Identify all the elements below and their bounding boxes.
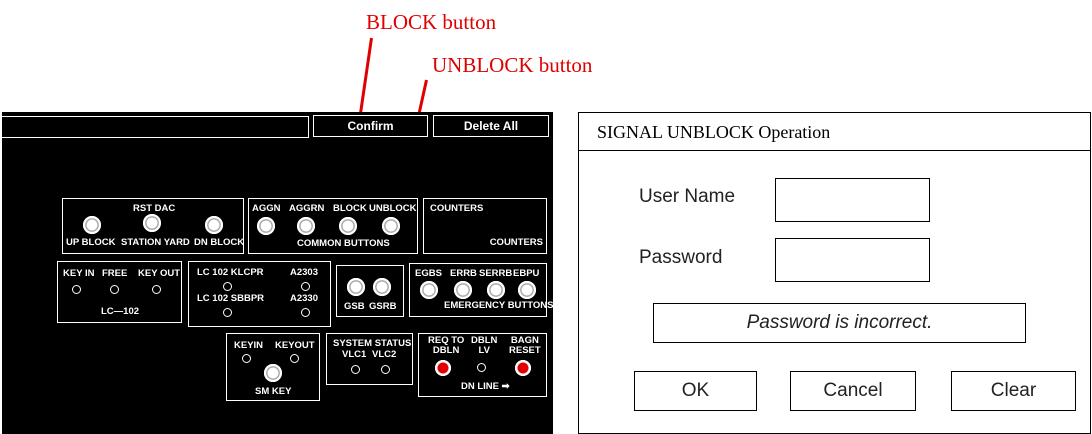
dialog-title: SIGNAL UNBLOCK Operation xyxy=(579,113,1090,151)
common-buttons-group: AGGN AGGRN BLOCK UNBLOCK COMMON BUTTONS xyxy=(248,198,418,254)
dn-block-label: DN BLOCK xyxy=(194,237,245,248)
station-yard-button[interactable] xyxy=(143,214,161,232)
block-button[interactable] xyxy=(339,217,357,235)
right-arrow-icon: ➡ xyxy=(501,381,510,392)
block-label: BLOCK xyxy=(333,203,367,214)
a2303-lamp xyxy=(301,282,310,291)
unblock-label: UNBLOCK xyxy=(369,203,417,214)
emergency-group: EGBS ERRB SERRB EBPU EMERGENCY BUTTONS xyxy=(409,263,553,317)
serrb-label: SERRB xyxy=(479,268,513,279)
keyin-lamp xyxy=(242,354,251,363)
bagn-reset-label: BAGN RESET xyxy=(509,335,541,356)
vlc1-label: VLC1 xyxy=(342,349,367,360)
lc102-sbbpr-lamp xyxy=(223,308,232,317)
aggrn-label: AGGRN xyxy=(289,203,325,214)
a2330-label: A2330 xyxy=(290,293,318,304)
gsrb-button[interactable] xyxy=(373,278,391,296)
counters-caption: COUNTERS xyxy=(489,237,543,248)
sm-key-group: KEYIN KEYOUT SM KEY xyxy=(226,333,320,401)
serrb-button[interactable] xyxy=(487,281,505,299)
dn-block-button[interactable] xyxy=(205,216,223,234)
lc102-sbbpr-label: LC 102 SBBPR xyxy=(197,293,265,304)
aggn-label: AGGN xyxy=(252,203,281,214)
aggn-button[interactable] xyxy=(257,217,275,235)
password-label: Password xyxy=(639,247,723,268)
free-label: FREE xyxy=(102,268,128,279)
a2303-label: A2303 xyxy=(290,267,318,278)
sm-key-button[interactable] xyxy=(264,364,282,382)
confirm-button[interactable]: Confirm xyxy=(313,115,428,137)
system-status-group: SYSTEM STATUS VLC1 VLC2 xyxy=(326,333,413,385)
lc102-klcpr-label: LC 102 KLCPR xyxy=(197,267,264,278)
lc102-klcpr-lamp xyxy=(223,282,232,291)
username-label: User Name xyxy=(639,186,736,207)
password-field[interactable] xyxy=(775,238,930,282)
dn-line-text: DN LINE xyxy=(461,381,499,392)
egbs-button[interactable] xyxy=(420,281,438,299)
ebpu-button[interactable] xyxy=(518,281,536,299)
rst-dac-group: RST DAC UP BLOCK STATION YARD DN BLOCK xyxy=(62,198,244,254)
vlc2-label: VLC2 xyxy=(372,349,397,360)
vlc1-lamp xyxy=(351,365,360,374)
dn-line-group: REQ TO DBLN DBLN LV BAGN RESET DN LINE ➡ xyxy=(418,333,547,397)
key-out-label: KEY OUT xyxy=(138,268,181,279)
key-in-lamp xyxy=(72,285,81,294)
dn-line-caption: DN LINE ➡ xyxy=(461,381,510,392)
free-lamp xyxy=(110,285,119,294)
counters-title: COUNTERS xyxy=(430,203,484,214)
lc102-group: KEY IN FREE KEY OUT LC—102 xyxy=(57,261,182,323)
keyout-lamp xyxy=(290,354,299,363)
up-block-button[interactable] xyxy=(83,216,101,234)
egbs-label: EGBS xyxy=(415,268,442,279)
aggrn-button[interactable] xyxy=(297,217,315,235)
lc102-caption: LC—102 xyxy=(101,306,140,317)
key-in-label: KEY IN xyxy=(63,268,95,279)
station-yard-label: STATION YARD xyxy=(121,237,190,248)
ebpu-label: EBPU xyxy=(513,268,540,279)
req-to-dbln-button[interactable] xyxy=(435,360,451,376)
gsb-button[interactable] xyxy=(347,278,365,296)
clear-button[interactable]: Clear xyxy=(951,371,1076,411)
ok-button[interactable]: OK xyxy=(634,371,757,411)
req-to-dbln-label: REQ TO DBLN xyxy=(428,335,465,356)
dbln-lv-label: DBLN LV xyxy=(471,335,498,356)
system-status-title: SYSTEM STATUS xyxy=(333,338,412,349)
unblock-button-annotation: UNBLOCK button xyxy=(432,53,593,77)
error-message: Password is incorrect. xyxy=(653,303,1026,343)
errb-label: ERRB xyxy=(450,268,477,279)
gsrb-label: GSRB xyxy=(369,301,397,312)
emergency-buttons-caption: EMERGENCY BUTTONS xyxy=(444,300,554,311)
gsb-group: GSB GSRB xyxy=(336,265,404,317)
keyout-label: KEYOUT xyxy=(275,340,315,351)
unblock-button[interactable] xyxy=(382,217,400,235)
cancel-button[interactable]: Cancel xyxy=(790,371,916,411)
rst-dac-title: RST DAC xyxy=(133,203,176,214)
errb-button[interactable] xyxy=(454,281,472,299)
username-field[interactable] xyxy=(775,178,930,222)
control-panel: Confirm Delete All RST DAC UP BLOCK STAT… xyxy=(1,112,553,434)
delete-all-button[interactable]: Delete All xyxy=(433,115,549,137)
lc102-detail-group: LC 102 KLCPR A2303 LC 102 SBBPR A2330 xyxy=(188,261,331,327)
vlc2-lamp xyxy=(381,365,390,374)
gsb-label: GSB xyxy=(344,301,365,312)
dbln-lv-lamp xyxy=(477,363,486,372)
signal-unblock-dialog: SIGNAL UNBLOCK Operation User Name Passw… xyxy=(578,112,1091,434)
a2330-lamp xyxy=(301,308,310,317)
up-block-label: UP BLOCK xyxy=(66,237,116,248)
toolbar-field xyxy=(1,116,309,138)
counters-group: COUNTERS COUNTERS xyxy=(423,198,547,254)
keyin-label: KEYIN xyxy=(234,340,264,351)
common-buttons-caption: COMMON BUTTONS xyxy=(297,238,390,249)
block-button-annotation: BLOCK button xyxy=(366,10,497,34)
bagn-reset-button[interactable] xyxy=(515,360,531,376)
key-out-lamp xyxy=(152,285,161,294)
sm-key-caption: SM KEY xyxy=(255,386,292,397)
